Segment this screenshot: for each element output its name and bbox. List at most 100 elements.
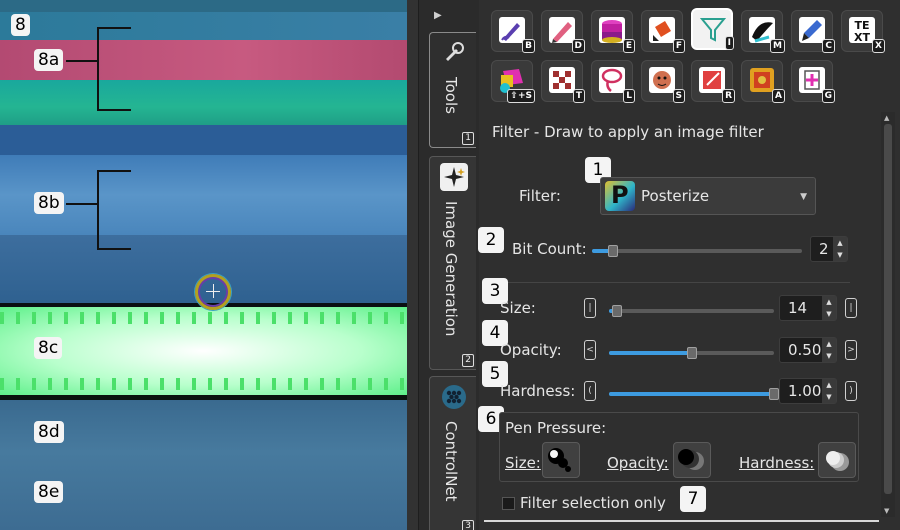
- shortcut-key: X: [872, 39, 885, 53]
- pressure-size-label: Size:: [505, 454, 541, 472]
- canvas-band-noise: [0, 400, 407, 530]
- generate-tool[interactable]: G: [791, 60, 835, 103]
- filter-selection-checkbox[interactable]: [502, 497, 515, 510]
- shortcut-key: F: [672, 39, 685, 53]
- posterize-icon: P: [605, 181, 635, 211]
- shortcut-key: C: [822, 39, 835, 53]
- hardness-decrease-button[interactable]: (: [584, 381, 596, 401]
- filter-selection-label: Filter selection only: [520, 494, 666, 512]
- spin-up-icon[interactable]: ▲: [833, 237, 847, 249]
- rect-select-tool[interactable]: R: [691, 60, 735, 103]
- pen-pressure-title: Pen Pressure:: [505, 419, 607, 437]
- shortcut-key: E: [622, 39, 635, 53]
- shortcut-key: G: [821, 89, 835, 103]
- scroll-down-icon[interactable]: ▼: [884, 507, 889, 515]
- pressure-size-icon: [548, 448, 571, 472]
- pen-pressure-group: Pen Pressure: Size: Opacity: Hardness:: [499, 412, 859, 482]
- opacity-label: Opacity:: [500, 341, 562, 359]
- text-tool[interactable]: TE XT X: [841, 10, 885, 53]
- pressure-opacity-toggle[interactable]: [673, 442, 711, 478]
- app-window: 8 8a 8b 8c 8d 8e ▶ Tools 1 Image Generat…: [0, 0, 900, 530]
- shortcut-key: M: [770, 39, 785, 53]
- selection-tool[interactable]: S: [641, 60, 685, 103]
- spin-down-icon[interactable]: ▼: [822, 308, 836, 320]
- spin-up-icon[interactable]: ▲: [822, 338, 836, 350]
- hardness-slider-handle[interactable]: [769, 388, 779, 400]
- image-canvas[interactable]: 8 8a 8b 8c 8d 8e: [0, 0, 407, 530]
- bitcount-slider-handle[interactable]: [608, 245, 618, 257]
- bitcount-value: 2: [819, 240, 829, 258]
- brace-8a: [97, 27, 131, 111]
- brush-cursor-icon: [195, 274, 231, 310]
- hardness-spinbox[interactable]: 1.00 ▲ ▼: [779, 378, 837, 404]
- scrollbar-thumb[interactable]: [884, 124, 892, 494]
- paint-bucket-tool[interactable]: F: [641, 10, 685, 53]
- smudge-tool[interactable]: M: [741, 10, 785, 53]
- opacity-value: 0.50: [788, 341, 822, 359]
- size-increase-button[interactable]: |: [845, 298, 857, 318]
- brace-8b: [97, 170, 131, 250]
- brace-tick-8b: [66, 203, 97, 205]
- spin-down-icon[interactable]: ▼: [833, 249, 847, 261]
- opacity-spinbox[interactable]: 0.50 ▲ ▼: [779, 337, 837, 363]
- glow-dots-top: [0, 312, 407, 324]
- tab-controlnet-label: ControlNet: [442, 421, 460, 502]
- controlnet-icon: [440, 383, 468, 411]
- label-8b: 8b: [34, 192, 64, 214]
- hardness-slider-fill: [609, 392, 774, 396]
- tab-controlnet[interactable]: ControlNet 3: [429, 376, 476, 530]
- shortcut-key: B: [522, 39, 535, 53]
- line-tool[interactable]: D: [541, 10, 585, 53]
- opacity-decrease-button[interactable]: <: [584, 340, 596, 360]
- tab-image-generation[interactable]: Image Generation 2: [429, 156, 476, 370]
- shortcut-key: S: [672, 89, 685, 103]
- size-decrease-button[interactable]: |: [584, 298, 596, 318]
- scroll-up-icon[interactable]: ▲: [884, 114, 889, 122]
- size-slider[interactable]: [609, 309, 774, 313]
- transform-tool[interactable]: T: [541, 60, 585, 103]
- opacity-slider-handle[interactable]: [687, 347, 697, 359]
- size-slider-handle[interactable]: [612, 305, 622, 317]
- spin-down-icon[interactable]: ▼: [822, 391, 836, 403]
- shortcut-key: T: [572, 89, 585, 103]
- fill-layer-tool[interactable]: E: [591, 10, 635, 53]
- tab-tools[interactable]: Tools 1: [429, 32, 476, 148]
- lasso-tool[interactable]: L: [591, 60, 635, 103]
- divider: [492, 282, 850, 283]
- shape-tool[interactable]: ⇧+S: [491, 60, 535, 103]
- color-picker-tool[interactable]: C: [791, 10, 835, 53]
- side-tab-bar: ▶ Tools 1 Image Generation 2 ControlNet …: [419, 0, 479, 530]
- hardness-increase-button[interactable]: ): [845, 381, 857, 401]
- size-spinbox[interactable]: 14 ▲ ▼: [779, 295, 837, 321]
- pressure-hardness-icon: [826, 451, 849, 471]
- canvas-band: [0, 125, 407, 155]
- shortcut-key: R: [722, 89, 735, 103]
- filter-select-value: Posterize: [641, 187, 710, 205]
- filter-select[interactable]: P Posterize ▼: [600, 177, 816, 215]
- tab-tools-label: Tools: [442, 77, 460, 114]
- spin-down-icon[interactable]: ▼: [822, 350, 836, 362]
- opacity-increase-button[interactable]: >: [845, 340, 857, 360]
- pressure-size-toggle[interactable]: [542, 442, 580, 478]
- funnel-icon: [699, 18, 727, 42]
- label-8: 8: [11, 14, 30, 36]
- settings-scrollbar[interactable]: ▲ ▼: [881, 112, 895, 517]
- tab-image-generation-label: Image Generation: [442, 201, 460, 337]
- panel-splitter[interactable]: [407, 0, 419, 530]
- callout-2: 2: [478, 227, 504, 253]
- spin-up-icon[interactable]: ▲: [822, 296, 836, 308]
- collapse-arrow-icon[interactable]: ▶: [434, 10, 442, 21]
- spin-up-icon[interactable]: ▲: [822, 379, 836, 391]
- bitcount-slider[interactable]: [592, 249, 802, 253]
- filter-tool[interactable]: I: [691, 8, 734, 50]
- pressure-hardness-label: Hardness:: [739, 454, 815, 472]
- bitcount-spinbox[interactable]: 2 ▲ ▼: [810, 236, 848, 262]
- freehand-brush-tool[interactable]: B: [491, 10, 535, 53]
- panel-title: Filter - Draw to apply an image filter: [492, 123, 764, 141]
- panel-bottom-divider: [484, 520, 879, 522]
- label-8c: 8c: [34, 337, 63, 359]
- pressure-hardness-toggle[interactable]: [818, 442, 856, 478]
- tool-panel: ▶ Tools 1 Image Generation 2 ControlNet …: [419, 0, 900, 530]
- tab-tools-number: 1: [462, 132, 474, 145]
- auto-select-tool[interactable]: A: [741, 60, 785, 103]
